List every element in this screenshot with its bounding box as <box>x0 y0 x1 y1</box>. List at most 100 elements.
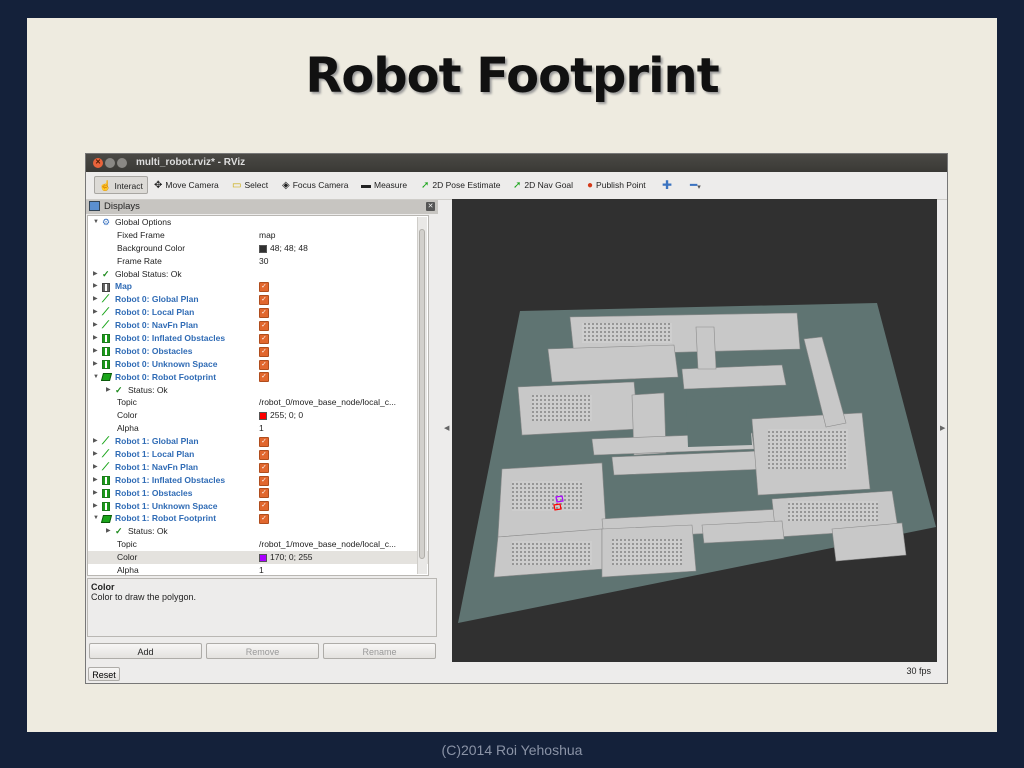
display-row-label: Robot 1: Robot Footprint <box>115 513 217 524</box>
publish-point-tool-button[interactable]: ● Publish Point <box>587 176 646 194</box>
nav-goal-tool-button[interactable]: ➚ 2D Nav Goal <box>513 176 573 194</box>
expand-arrow-right-icon[interactable]: ▶ <box>93 461 98 474</box>
scrollbar-thumb[interactable] <box>419 229 425 559</box>
display-row[interactable]: ▶ Robot 1: Unknown Space ✓ <box>88 500 428 513</box>
description-text: Color to draw the polygon. <box>91 592 197 602</box>
display-row-label: Robot 0: Global Plan <box>115 294 199 305</box>
expand-arrow-right-icon[interactable]: ▶ <box>93 332 98 345</box>
enable-checkbox[interactable]: ✓ <box>259 345 269 358</box>
enable-checkbox[interactable]: ✓ <box>259 448 269 461</box>
expand-arrow-down-icon[interactable]: ▼ <box>93 216 99 229</box>
close-window-icon[interactable]: ✕ <box>93 158 103 168</box>
property-value-text: 1 <box>259 423 264 434</box>
display-row[interactable]: ▶ ⟋ Robot 1: Global Plan ✓ <box>88 435 428 448</box>
display-row[interactable]: ▼ ⚙ Global Options <box>88 216 428 229</box>
reset-button[interactable]: Reset <box>88 667 120 681</box>
display-row[interactable]: ▶ ⟋ Robot 0: Local Plan ✓ <box>88 306 428 319</box>
display-row[interactable]: ▼ Robot 0: Robot Footprint ✓ <box>88 371 428 384</box>
display-row[interactable]: ▶ ✓ Global Status: Ok <box>88 268 428 281</box>
expand-arrow-right-icon[interactable]: ▶ <box>93 448 98 461</box>
expand-arrow-right-icon[interactable]: ▶ <box>93 435 98 448</box>
displays-tree[interactable]: ▼ ⚙ Global Options Fixed Frame map Background… <box>87 215 429 576</box>
enable-checkbox[interactable]: ✓ <box>259 280 269 293</box>
display-row[interactable]: Color 255; 0; 0 <box>88 409 428 422</box>
rename-button[interactable]: Rename <box>323 643 436 659</box>
pose-estimate-tool-button[interactable]: ➚ 2D Pose Estimate <box>421 176 500 194</box>
enable-checkbox[interactable]: ✓ <box>259 474 269 487</box>
add-tool-icon[interactable]: ✚ <box>662 176 672 194</box>
display-row[interactable]: Fixed Frame map <box>88 229 428 242</box>
display-row[interactable]: ▶ ⟋ Robot 0: NavFn Plan ✓ <box>88 319 428 332</box>
display-row[interactable]: ▶ Map ✓ <box>88 280 428 293</box>
display-row[interactable]: ▶ Robot 0: Inflated Obstacles ✓ <box>88 332 428 345</box>
property-value: /robot_1/move_base_node/local_c... <box>259 538 396 551</box>
enable-checkbox[interactable]: ✓ <box>259 371 269 384</box>
expand-arrow-down-icon[interactable]: ▼ <box>93 512 99 525</box>
expand-arrow-right-icon[interactable]: ▶ <box>93 500 98 513</box>
display-row[interactable]: ▶ Robot 1: Obstacles ✓ <box>88 487 428 500</box>
property-value: 48; 48; 48 <box>259 242 308 255</box>
display-row[interactable]: Alpha 1 <box>88 422 428 435</box>
display-row[interactable]: ▶ ✓ Status: Ok <box>88 384 428 397</box>
property-description: Color Color to draw the polygon. <box>87 578 437 637</box>
collapse-right-icon[interactable]: ▶ <box>940 424 945 432</box>
enable-checkbox[interactable]: ✓ <box>259 487 269 500</box>
display-row[interactable]: ▶ ⟋ Robot 1: NavFn Plan ✓ <box>88 461 428 474</box>
focus-camera-tool-button[interactable]: ◈ Focus Camera <box>282 176 348 194</box>
remove-button[interactable]: Remove <box>206 643 319 659</box>
expand-arrow-right-icon[interactable]: ▶ <box>93 474 98 487</box>
display-row-label: Robot 0: Robot Footprint <box>115 371 217 382</box>
display-row[interactable]: Topic/robot_0/move_base_node/local_c... <box>88 396 428 409</box>
path-display-icon: ⟋ <box>102 461 109 473</box>
display-row[interactable]: Color 170; 0; 255 <box>88 551 428 565</box>
display-row-label: Robot 0: NavFn Plan <box>115 320 199 331</box>
enable-checkbox[interactable]: ✓ <box>259 358 269 371</box>
expand-arrow-right-icon[interactable]: ▶ <box>93 345 98 358</box>
display-row[interactable]: Topic/robot_1/move_base_node/local_c... <box>88 538 428 551</box>
expand-arrow-right-icon[interactable]: ▶ <box>93 268 98 281</box>
interact-tool-button[interactable]: ☝ Interact <box>94 176 148 194</box>
maximize-window-icon[interactable] <box>117 158 127 168</box>
display-row[interactable]: ▶ Robot 1: Inflated Obstacles ✓ <box>88 474 428 487</box>
enable-checkbox[interactable]: ✓ <box>259 512 269 525</box>
display-row[interactable]: ▶ ⟋ Robot 0: Global Plan ✓ <box>88 293 428 306</box>
collapse-left-icon[interactable]: ◀ <box>444 424 449 432</box>
display-row[interactable]: ▶ Robot 0: Obstacles ✓ <box>88 345 428 358</box>
expand-arrow-right-icon[interactable]: ▶ <box>106 384 111 397</box>
enable-checkbox[interactable]: ✓ <box>259 435 269 448</box>
display-row-label: Topic <box>117 539 137 550</box>
minimize-window-icon[interactable] <box>105 158 115 168</box>
add-button[interactable]: Add <box>89 643 202 659</box>
display-row[interactable]: Alpha 1 <box>88 564 428 575</box>
property-value: /robot_0/move_base_node/local_c... <box>259 396 396 409</box>
display-row[interactable]: ▶ ✓ Status: Ok <box>88 525 428 538</box>
expand-arrow-right-icon[interactable]: ▶ <box>93 319 98 332</box>
enable-checkbox[interactable]: ✓ <box>259 306 269 319</box>
measure-tool-button[interactable]: ▬ Measure <box>361 176 407 194</box>
3d-viewport[interactable] <box>452 199 937 662</box>
remove-tool-icon[interactable]: ━▾ <box>690 176 701 194</box>
move-camera-tool-button[interactable]: ✥ Move Camera <box>154 176 219 194</box>
expand-arrow-right-icon[interactable]: ▶ <box>93 293 98 306</box>
expand-arrow-right-icon[interactable]: ▶ <box>93 306 98 319</box>
expand-arrow-down-icon[interactable]: ▼ <box>93 371 99 384</box>
enable-checkbox[interactable]: ✓ <box>259 461 269 474</box>
expand-arrow-right-icon[interactable]: ▶ <box>93 280 98 293</box>
display-row[interactable]: ▼ Robot 1: Robot Footprint ✓ <box>88 512 428 525</box>
expand-arrow-right-icon[interactable]: ▶ <box>93 358 98 371</box>
display-row[interactable]: Frame Rate 30 <box>88 255 428 268</box>
tree-scrollbar[interactable] <box>417 217 427 574</box>
display-row[interactable]: ▶ Robot 0: Unknown Space ✓ <box>88 358 428 371</box>
select-tool-button[interactable]: ▭ Select <box>232 176 268 194</box>
status-ok-icon: ✓ <box>102 268 110 279</box>
expand-arrow-right-icon[interactable]: ▶ <box>106 525 111 538</box>
expand-arrow-right-icon[interactable]: ▶ <box>93 487 98 500</box>
enable-checkbox[interactable]: ✓ <box>259 332 269 345</box>
display-row[interactable]: ▶ ⟋ Robot 1: Local Plan ✓ <box>88 448 428 461</box>
enable-checkbox[interactable]: ✓ <box>259 319 269 332</box>
close-panel-icon[interactable]: ✕ <box>426 202 435 211</box>
display-row[interactable]: Background Color 48; 48; 48 <box>88 242 428 255</box>
enable-checkbox[interactable]: ✓ <box>259 500 269 513</box>
description-title: Color <box>91 582 115 592</box>
enable-checkbox[interactable]: ✓ <box>259 293 269 306</box>
